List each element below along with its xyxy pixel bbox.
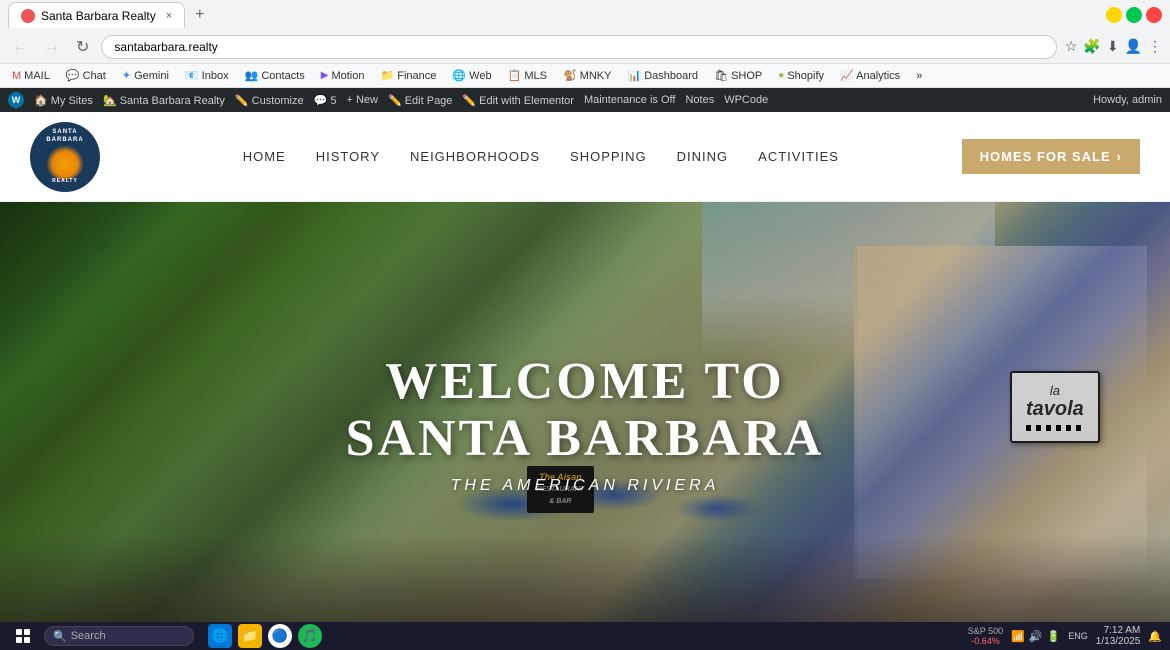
logo-text: SANTA BARBARA REALTY bbox=[45, 129, 85, 183]
wp-logo[interactable]: W bbox=[8, 92, 24, 108]
taskbar-folder-icon[interactable]: 📁 bbox=[238, 624, 262, 648]
taskbar-edge-icon[interactable]: 🌐 bbox=[208, 624, 232, 648]
back-button[interactable]: ← bbox=[8, 36, 32, 58]
bookmark-analytics[interactable]: 📈 Analytics bbox=[836, 67, 904, 84]
bookmark-mail[interactable]: M MAIL bbox=[8, 68, 54, 84]
wp-site-name[interactable]: 🏡 Santa Barbara Realty bbox=[103, 94, 225, 107]
wp-edit-page[interactable]: ✏️ Edit Page bbox=[388, 94, 452, 107]
wp-customize[interactable]: ✏️ Customize bbox=[235, 94, 304, 107]
stock-label: S&P 500 bbox=[968, 626, 1003, 636]
website: W 🏠 My Sites 🏡 Santa Barbara Realty ✏️ C… bbox=[0, 88, 1170, 622]
browser-chrome: Santa Barbara Realty × + ← → ↻ santabarb… bbox=[0, 0, 1170, 88]
nav-home[interactable]: HOME bbox=[243, 149, 286, 164]
windows-icon bbox=[16, 629, 30, 643]
wp-admin-bar: W 🏠 My Sites 🏡 Santa Barbara Realty ✏️ C… bbox=[0, 88, 1170, 112]
arrow-icon: › bbox=[1117, 149, 1122, 164]
taskbar: 🔍 Search 🌐 📁 🔵 🎵 S&P 500 -0.64% 📶 🔊 🔋 EN… bbox=[0, 622, 1170, 650]
hero-content: WELCOME TO SANTA BARBARA THE AMERICAN RI… bbox=[293, 353, 878, 495]
wp-notes[interactable]: Notes bbox=[685, 94, 714, 106]
title-bar: Santa Barbara Realty × + bbox=[0, 0, 1170, 30]
hero-section: la tavola The AisanRESTAURANT& BAR WELCO… bbox=[0, 202, 1170, 622]
close-button[interactable] bbox=[1146, 7, 1162, 23]
bookmark-mls[interactable]: 📋 MLS bbox=[504, 67, 551, 84]
refresh-button[interactable]: ↻ bbox=[72, 35, 93, 59]
forward-button[interactable]: → bbox=[40, 36, 64, 58]
bookmark-web[interactable]: 🌐 Web bbox=[448, 67, 495, 84]
wp-comments[interactable]: 💬 5 bbox=[314, 94, 337, 107]
toolbar-icons: ☆ 🧩 ⬇ 👤 ⋮ bbox=[1065, 38, 1162, 55]
bookmark-contacts[interactable]: 👥 Contacts bbox=[241, 67, 309, 84]
url-text: santabarbara.realty bbox=[114, 40, 217, 54]
window-controls bbox=[1106, 7, 1162, 23]
wp-admin-user[interactable]: Howdy, admin bbox=[1093, 94, 1162, 106]
extension-icon[interactable]: 🧩 bbox=[1083, 38, 1100, 55]
language-indicator: ENG bbox=[1068, 631, 1088, 641]
bookmark-finance[interactable]: 📁 Finance bbox=[377, 67, 441, 84]
browser-tab[interactable]: Santa Barbara Realty × bbox=[8, 2, 185, 28]
notification-icon[interactable]: 🔔 bbox=[1148, 630, 1162, 643]
download-icon[interactable]: ⬇ bbox=[1107, 38, 1119, 55]
address-bar[interactable]: santabarbara.realty bbox=[101, 35, 1056, 59]
tab-favicon bbox=[21, 9, 35, 23]
tab-title: Santa Barbara Realty bbox=[41, 9, 156, 23]
stock-value: -0.64% bbox=[971, 636, 1000, 646]
bookmark-inbox[interactable]: 📧 Inbox bbox=[181, 67, 233, 84]
wp-wpcode[interactable]: WPCode bbox=[724, 94, 768, 106]
navigation-menu: HOME HISTORY NEIGHBORHOODS SHOPPING DINI… bbox=[120, 149, 962, 164]
nav-history[interactable]: HISTORY bbox=[316, 149, 380, 164]
taskbar-right: S&P 500 -0.64% 📶 🔊 🔋 ENG 7:12 AM 1/13/20… bbox=[968, 625, 1162, 647]
bookmark-dashboard[interactable]: 📊 Dashboard bbox=[623, 67, 702, 84]
taskbar-search-bar[interactable]: 🔍 Search bbox=[44, 626, 194, 646]
profile-icon[interactable]: 👤 bbox=[1125, 38, 1142, 55]
nav-shopping[interactable]: SHOPPING bbox=[570, 149, 647, 164]
system-tray-icons: 📶 🔊 🔋 bbox=[1011, 630, 1060, 643]
taskbar-apps: 🌐 📁 🔵 🎵 bbox=[208, 624, 322, 648]
taskbar-chrome-icon[interactable]: 🔵 bbox=[268, 624, 292, 648]
nav-dining[interactable]: DINING bbox=[677, 149, 729, 164]
battery-icon[interactable]: 🔋 bbox=[1047, 630, 1061, 643]
homes-for-sale-button[interactable]: HOMES FOR SALE › bbox=[962, 139, 1140, 174]
site-header: SANTA BARBARA REALTY HOME HISTORY NEIGHB… bbox=[0, 112, 1170, 202]
star-icon[interactable]: ☆ bbox=[1065, 38, 1078, 55]
hero-subtitle: THE AMERICAN RIVIERA bbox=[293, 477, 878, 495]
bookmark-shop[interactable]: 🛍 SHOP bbox=[710, 67, 766, 84]
minimize-button[interactable] bbox=[1106, 7, 1122, 23]
bookmark-more[interactable]: » bbox=[912, 68, 926, 84]
wp-elementor[interactable]: ✏️ Edit with Elementor bbox=[462, 94, 574, 107]
volume-icon[interactable]: 🔊 bbox=[1029, 630, 1043, 643]
hero-title: WELCOME TO SANTA BARBARA bbox=[293, 353, 878, 467]
maximize-button[interactable] bbox=[1126, 7, 1142, 23]
bookmarks-bar: M MAIL 💬 Chat ✦ Gemini 📧 Inbox 👥 Contact… bbox=[0, 64, 1170, 88]
site-logo[interactable]: SANTA BARBARA REALTY bbox=[30, 122, 100, 192]
navigation-toolbar: ← → ↻ santabarbara.realty ☆ 🧩 ⬇ 👤 ⋮ bbox=[0, 30, 1170, 64]
menu-icon[interactable]: ⋮ bbox=[1148, 38, 1162, 55]
stock-widget: S&P 500 -0.64% bbox=[968, 626, 1003, 646]
bookmark-chat[interactable]: 💬 Chat bbox=[62, 67, 110, 84]
bookmark-gemini[interactable]: ✦ Gemini bbox=[118, 67, 173, 84]
nav-neighborhoods[interactable]: NEIGHBORHOODS bbox=[410, 149, 540, 164]
nav-activities[interactable]: ACTIVITIES bbox=[758, 149, 839, 164]
bookmark-motion[interactable]: ▶ Motion bbox=[317, 68, 369, 84]
bookmark-shopify[interactable]: ● Shopify bbox=[774, 68, 828, 84]
wp-new[interactable]: + New bbox=[346, 94, 378, 106]
wp-maintenance[interactable]: Maintenance is Off bbox=[584, 94, 676, 106]
clock[interactable]: 7:12 AM 1/13/2025 bbox=[1096, 625, 1141, 647]
tab-close-icon[interactable]: × bbox=[166, 10, 172, 22]
search-icon: 🔍 bbox=[53, 630, 67, 643]
new-tab-button[interactable]: + bbox=[189, 4, 210, 26]
start-button[interactable] bbox=[8, 626, 38, 646]
taskbar-spotify-icon[interactable]: 🎵 bbox=[298, 624, 322, 648]
wifi-icon[interactable]: 📶 bbox=[1011, 630, 1025, 643]
bookmark-mnky[interactable]: 🐒 MNKY bbox=[559, 67, 616, 84]
wp-my-sites[interactable]: 🏠 My Sites bbox=[34, 94, 93, 107]
search-placeholder: Search bbox=[71, 630, 106, 642]
